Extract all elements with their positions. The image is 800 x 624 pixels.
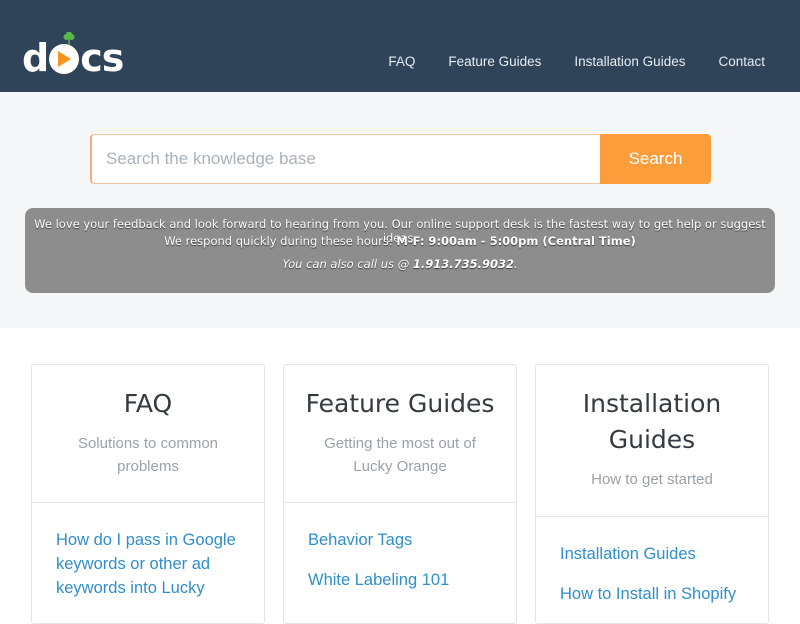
- search-bar: Search: [90, 134, 711, 184]
- card-link[interactable]: How do I pass in Google keywords or othe…: [56, 528, 240, 600]
- card-links: Behavior Tags White Labeling 101: [284, 503, 516, 592]
- play-icon: [49, 32, 80, 74]
- notice-phone-prefix: You can also call us @: [282, 257, 413, 271]
- card-description: Getting the most out of Lucky Orange: [324, 435, 476, 475]
- notice-phone-text: You can also call us @ 1.913.735.9032.: [25, 257, 775, 271]
- card-link[interactable]: How to Install in Shopify: [560, 582, 744, 606]
- search-input[interactable]: [90, 134, 600, 184]
- notice-hours-prefix: We respond quickly during these hours:: [164, 234, 397, 248]
- notice-hours-text: We respond quickly during these hours: M…: [25, 234, 775, 248]
- card-feature-guides: Feature Guides Getting the most out of L…: [283, 364, 517, 624]
- card-header: Installation Guides How to get started: [536, 365, 768, 517]
- card-title[interactable]: FAQ: [52, 386, 244, 422]
- card-faq: FAQ Solutions to common problems How do …: [31, 364, 265, 624]
- nav-link-contact[interactable]: Contact: [718, 54, 765, 69]
- docs-logo[interactable]: d cs: [22, 32, 124, 80]
- card-description: Solutions to common problems: [77, 435, 219, 475]
- card-header: Feature Guides Getting the most out of L…: [284, 365, 516, 503]
- card-link[interactable]: White Labeling 101: [308, 568, 492, 592]
- card-installation-guides: Installation Guides How to get started I…: [535, 364, 769, 624]
- card-link[interactable]: Installation Guides: [560, 542, 744, 566]
- hero-section: Search We love your feedback and look fo…: [0, 92, 800, 328]
- notice-phone-number[interactable]: 1.913.735.9032: [413, 257, 514, 271]
- card-link[interactable]: Behavior Tags: [308, 528, 492, 552]
- site-header: d cs FAQ Feature Guides Installation Gui…: [0, 0, 800, 92]
- card-title[interactable]: Feature Guides: [304, 386, 496, 422]
- nav-link-faq[interactable]: FAQ: [388, 54, 415, 69]
- card-links: Installation Guides How to Install in Sh…: [536, 517, 768, 606]
- notice-phone-suffix: .: [513, 257, 518, 271]
- main-nav: FAQ Feature Guides Installation Guides C…: [355, 54, 765, 69]
- card-title[interactable]: Installation Guides: [576, 386, 728, 458]
- card-description: How to get started: [591, 471, 713, 488]
- card-header: FAQ Solutions to common problems: [32, 365, 264, 503]
- clover-icon: [63, 32, 75, 45]
- logo-letter-cs: cs: [80, 36, 124, 80]
- search-button[interactable]: Search: [600, 134, 711, 184]
- support-notice: We love your feedback and look forward t…: [25, 208, 775, 293]
- nav-link-installation-guides[interactable]: Installation Guides: [574, 54, 685, 69]
- nav-link-feature-guides[interactable]: Feature Guides: [448, 54, 541, 69]
- notice-hours-value: M-F: 9:00am - 5:00pm (Central Time): [396, 234, 636, 248]
- card-links: How do I pass in Google keywords or othe…: [32, 503, 264, 600]
- logo-letter-d: d: [22, 36, 49, 80]
